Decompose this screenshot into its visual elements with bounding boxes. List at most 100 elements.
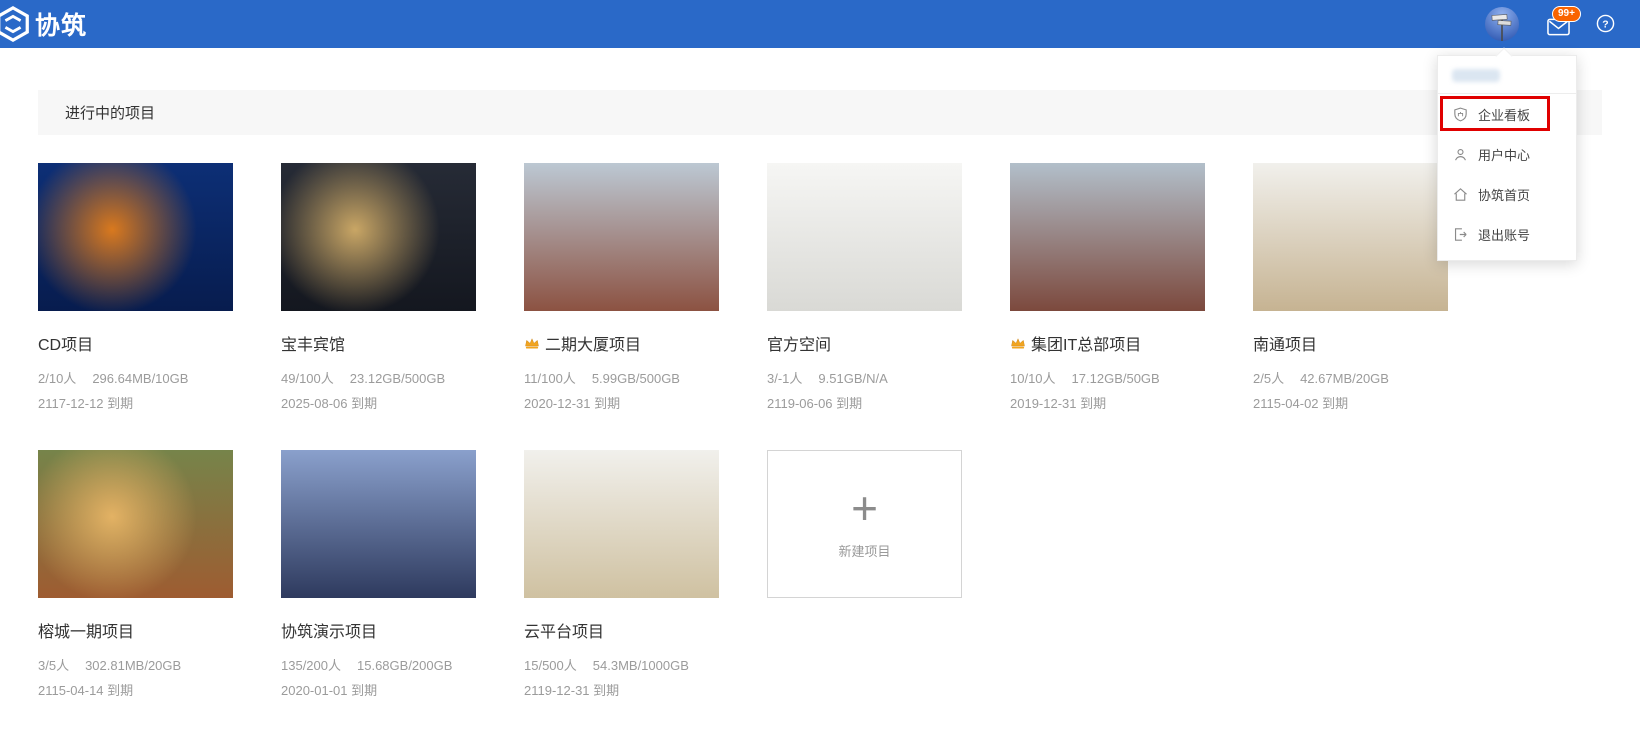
new-project-box[interactable]: + 新建项目 [767, 450, 962, 598]
section-bar: 进行中的项目 [38, 90, 1602, 135]
project-stats: 15/500人 54.3MB/1000GB [524, 655, 719, 674]
project-members: 3/-1人 [767, 371, 802, 386]
project-title: 集团IT总部项目 [1010, 331, 1205, 355]
project-storage: 54.3MB/1000GB [593, 658, 689, 673]
user-name-redacted [1452, 69, 1500, 82]
user-menu-item-label: 协筑首页 [1478, 185, 1530, 204]
project-storage: 9.51GB/N/A [818, 371, 887, 386]
project-storage: 5.99GB/500GB [592, 371, 680, 386]
project-card[interactable]: CD项目 2/10人 296.64MB/10GB 2117-12-12 到期 [38, 163, 233, 412]
plus-icon: + [851, 488, 878, 528]
project-stats: 10/10人17.12GB/50GB [1010, 368, 1205, 387]
enterprise-badge-icon [1452, 106, 1469, 123]
menu-item-enterprise-dashboard[interactable]: 企业看板 [1438, 94, 1576, 134]
project-title-text: 宝丰宾馆 [281, 331, 345, 355]
project-card[interactable]: 集团IT总部项目 10/10人17.12GB/50GB 2019-12-31 到… [1010, 163, 1205, 412]
section-title: 进行中的项目 [65, 102, 155, 123]
project-stats: 3/-1人 9.51GB/N/A [767, 368, 962, 387]
project-title: 官方空间 [767, 331, 962, 355]
project-members: 2/5人 [1253, 371, 1284, 386]
project-expiry: 2117-12-12 到期 [38, 393, 233, 412]
help-button[interactable]: ? [1596, 14, 1615, 33]
new-project-label: 新建项目 [838, 541, 890, 560]
question-icon: ? [1596, 14, 1615, 33]
project-thumb [524, 450, 719, 598]
project-card[interactable]: 协筑演示项目 135/200人 15.68GB/200GB 2020-01-01 … [281, 450, 476, 699]
project-title: 二期大厦项目 [524, 331, 719, 355]
svg-text:?: ? [1602, 19, 1608, 30]
brand-home-link[interactable]: 协筑 [0, 0, 87, 48]
project-title: 协筑演示项目 [281, 618, 476, 642]
project-thumb [281, 163, 476, 311]
project-members: 49/100人 [281, 371, 334, 386]
street-sign-photo [1485, 7, 1519, 41]
project-expiry: 2020-01-01 到期 [281, 680, 476, 699]
project-expiry: 2115-04-14 到期 [38, 680, 233, 699]
project-thumb [767, 163, 962, 311]
project-card[interactable]: 二期大厦项目 11/100人5.99GB/500GB 2020-12-31 到期 [524, 163, 719, 412]
project-expiry: 2025-08-06 到期 [281, 393, 476, 412]
project-card[interactable]: 南通项目 2/5人 42.67MB/20GB 2115-04-02 到期 [1253, 163, 1448, 412]
project-thumb [281, 450, 476, 598]
project-storage: 23.12GB/500GB [350, 371, 445, 386]
project-stats: 2/5人 42.67MB/20GB [1253, 368, 1448, 387]
project-card[interactable]: 云平台项目 15/500人54.3MB/1000GB 2119-12-31 到期 [524, 450, 719, 699]
project-storage: 42.67MB/20GB [1300, 371, 1389, 386]
project-storage: 296.64MB/10GB [92, 371, 188, 386]
user-menu-item-label: 用户中心 [1478, 145, 1530, 164]
project-members: 2/10人 [38, 371, 76, 386]
menu-item-user-center[interactable]: 用户中心 [1438, 134, 1576, 174]
project-stats: 3/5人 302.81MB/20GB [38, 655, 233, 674]
project-expiry: 2115-04-02 到期 [1253, 393, 1448, 412]
user-menu-list: 企业看板 用户中心 协筑首页 退出账号 [1438, 94, 1576, 254]
brand-name: 协筑 [35, 6, 87, 42]
project-title: CD项目 [38, 331, 233, 355]
project-card[interactable]: 榕城一期项目 3/5人 302.81MB/20GB 2115-04-14 到期 [38, 450, 233, 699]
user-avatar[interactable] [1485, 7, 1519, 41]
project-storage: 302.81MB/20GB [85, 658, 181, 673]
user-menu-item-label: 退出账号 [1478, 225, 1530, 244]
project-title: 榕城一期项目 [38, 618, 233, 642]
project-title: 云平台项目 [524, 618, 719, 642]
project-thumb [38, 450, 233, 598]
user-dropdown-menu: 企业看板 用户中心 协筑首页 退出账号 [1437, 55, 1577, 261]
project-card[interactable]: 官方空间 3/-1人 9.51GB/N/A 2119-06-06 到期 [767, 163, 962, 412]
project-title-text: 协筑演示项目 [281, 618, 377, 642]
project-title-text: 集团IT总部项目 [1031, 331, 1141, 355]
project-stats: 49/100人 23.12GB/500GB [281, 368, 476, 387]
project-thumb [38, 163, 233, 311]
project-title-text: 云平台项目 [524, 618, 604, 642]
menu-item-xiezhu-home[interactable]: 协筑首页 [1438, 174, 1576, 214]
new-project-card[interactable]: + 新建项目 [767, 450, 962, 699]
project-thumb [524, 163, 719, 311]
project-members: 135/200人 [281, 658, 341, 673]
project-card[interactable]: 宝丰宾馆 49/100人 23.12GB/500GB 2025-08-06 到期 [281, 163, 476, 412]
project-storage: 15.68GB/200GB [357, 658, 452, 673]
project-stats: 11/100人 5.99GB/500GB [524, 368, 719, 387]
project-members: 3/5人 [38, 658, 69, 673]
project-title-text: 二期大厦项目 [545, 331, 641, 355]
project-grid: CD项目 2/10人 296.64MB/10GB 2117-12-12 到期 宝丰… [38, 163, 1508, 737]
home-icon [1452, 186, 1469, 203]
dropdown-caret-icon [1496, 48, 1513, 65]
vip-crown-icon [524, 336, 540, 350]
project-title-text: 官方空间 [767, 331, 831, 355]
project-expiry: 2119-06-06 到期 [767, 393, 962, 412]
project-title-text: CD项目 [38, 331, 93, 355]
menu-item-logout[interactable]: 退出账号 [1438, 214, 1576, 254]
messages-button[interactable]: 99+ [1545, 6, 1589, 40]
project-title: 宝丰宾馆 [281, 331, 476, 355]
app-header: 协筑 99+ ? [0, 0, 1640, 48]
project-stats: 135/200人 15.68GB/200GB [281, 655, 476, 674]
project-storage: 17.12GB/50GB [1072, 371, 1160, 386]
project-thumb [1253, 163, 1448, 311]
project-title: 南通项目 [1253, 331, 1448, 355]
logout-icon [1452, 226, 1469, 243]
user-icon [1452, 146, 1469, 163]
project-title-text: 榕城一期项目 [38, 618, 134, 642]
project-members: 11/100人 [524, 371, 576, 386]
project-title-text: 南通项目 [1253, 331, 1317, 355]
user-menu-item-label: 企业看板 [1478, 105, 1530, 124]
project-members: 15/500人 [524, 658, 577, 673]
xiezhu-logo-icon [0, 5, 32, 43]
